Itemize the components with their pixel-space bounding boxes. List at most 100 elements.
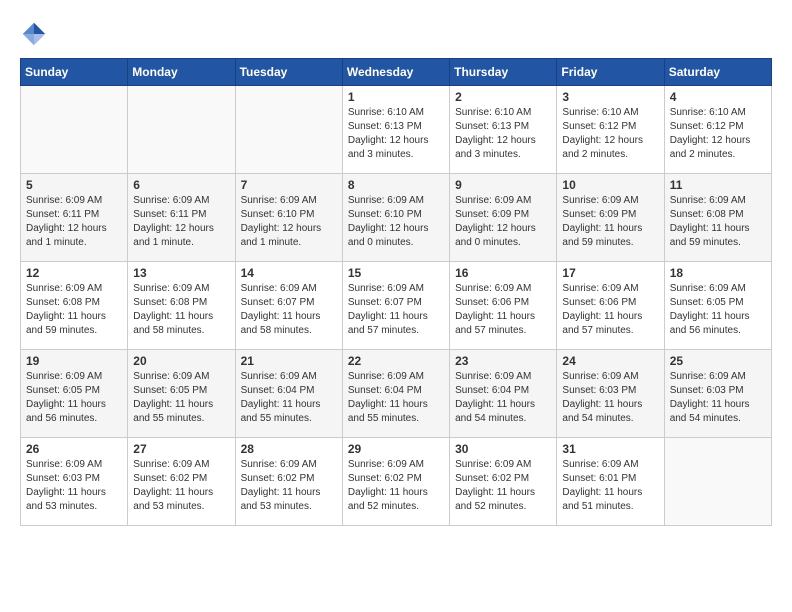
day-info: Sunrise: 6:09 AM Sunset: 6:07 PM Dayligh… [241, 282, 337, 338]
day-number: 21 [241, 354, 337, 368]
day-number: 29 [348, 442, 444, 456]
day-info: Sunrise: 6:09 AM Sunset: 6:05 PM Dayligh… [670, 282, 766, 338]
day-info: Sunrise: 6:09 AM Sunset: 6:09 PM Dayligh… [455, 194, 551, 250]
calendar-cell: 25 Sunrise: 6:09 AM Sunset: 6:03 PM Dayli… [664, 350, 771, 438]
day-number: 14 [241, 266, 337, 280]
calendar-week-2: 5 Sunrise: 6:09 AM Sunset: 6:11 PM Daylig… [21, 174, 772, 262]
day-info: Sunrise: 6:09 AM Sunset: 6:05 PM Dayligh… [26, 370, 122, 426]
day-info: Sunrise: 6:09 AM Sunset: 6:10 PM Dayligh… [241, 194, 337, 250]
calendar-cell: 10Sunrise: 6:09 AM Sunset: 6:09 PM Dayli… [557, 174, 664, 262]
day-number: 12 [26, 266, 122, 280]
day-info: Sunrise: 6:09 AM Sunset: 6:02 PM Dayligh… [348, 458, 444, 514]
calendar-cell: 23 Sunrise: 6:09 AM Sunset: 6:04 PM Dayli… [450, 350, 557, 438]
calendar-cell: 30 Sunrise: 6:09 AM Sunset: 6:02 PM Dayli… [450, 438, 557, 526]
day-info: Sunrise: 6:09 AM Sunset: 6:03 PM Dayligh… [670, 370, 766, 426]
day-number: 16 [455, 266, 551, 280]
day-number: 2 [455, 90, 551, 104]
day-number: 3 [562, 90, 658, 104]
day-info: Sunrise: 6:10 AM Sunset: 6:12 PM Dayligh… [670, 106, 766, 162]
day-number: 28 [241, 442, 337, 456]
calendar-cell: 22 Sunrise: 6:09 AM Sunset: 6:04 PM Dayli… [342, 350, 449, 438]
calendar-cell: 6 Sunrise: 6:09 AM Sunset: 6:11 PM Daylig… [128, 174, 235, 262]
day-info: Sunrise: 6:09 AM Sunset: 6:05 PM Dayligh… [133, 370, 229, 426]
day-info: Sunrise: 6:09 AM Sunset: 6:06 PM Dayligh… [455, 282, 551, 338]
day-info: Sunrise: 6:09 AM Sunset: 6:11 PM Dayligh… [133, 194, 229, 250]
calendar-cell: 1Sunrise: 6:10 AM Sunset: 6:13 PM Daylig… [342, 86, 449, 174]
calendar-cell: 31 Sunrise: 6:09 AM Sunset: 6:01 PM Dayli… [557, 438, 664, 526]
day-number: 6 [133, 178, 229, 192]
day-info: Sunrise: 6:09 AM Sunset: 6:08 PM Dayligh… [26, 282, 122, 338]
calendar-cell: 14 Sunrise: 6:09 AM Sunset: 6:07 PM Dayli… [235, 262, 342, 350]
day-info: Sunrise: 6:09 AM Sunset: 6:03 PM Dayligh… [26, 458, 122, 514]
day-info: Sunrise: 6:09 AM Sunset: 6:06 PM Dayligh… [562, 282, 658, 338]
day-info: Sunrise: 6:10 AM Sunset: 6:13 PM Dayligh… [455, 106, 551, 162]
calendar-cell: 2 Sunrise: 6:10 AM Sunset: 6:13 PM Daylig… [450, 86, 557, 174]
day-info: Sunrise: 6:09 AM Sunset: 6:04 PM Dayligh… [348, 370, 444, 426]
day-number: 15 [348, 266, 444, 280]
day-number: 19 [26, 354, 122, 368]
day-number: 27 [133, 442, 229, 456]
day-number: 22 [348, 354, 444, 368]
calendar-cell: 13Sunrise: 6:09 AM Sunset: 6:08 PM Dayli… [128, 262, 235, 350]
calendar-cell: 24Sunrise: 6:09 AM Sunset: 6:03 PM Dayli… [557, 350, 664, 438]
day-number: 26 [26, 442, 122, 456]
day-number: 18 [670, 266, 766, 280]
calendar-cell: 28 Sunrise: 6:09 AM Sunset: 6:02 PM Dayli… [235, 438, 342, 526]
calendar-cell: 29 Sunrise: 6:09 AM Sunset: 6:02 PM Dayli… [342, 438, 449, 526]
day-info: Sunrise: 6:09 AM Sunset: 6:04 PM Dayligh… [455, 370, 551, 426]
day-number: 20 [133, 354, 229, 368]
day-info: Sunrise: 6:09 AM Sunset: 6:10 PM Dayligh… [348, 194, 444, 250]
calendar-cell: 17Sunrise: 6:09 AM Sunset: 6:06 PM Dayli… [557, 262, 664, 350]
calendar-week-3: 12 Sunrise: 6:09 AM Sunset: 6:08 PM Dayli… [21, 262, 772, 350]
day-of-week-monday: Monday [128, 59, 235, 86]
calendar-cell: 20 Sunrise: 6:09 AM Sunset: 6:05 PM Dayli… [128, 350, 235, 438]
day-info: Sunrise: 6:09 AM Sunset: 6:01 PM Dayligh… [562, 458, 658, 514]
day-info: Sunrise: 6:09 AM Sunset: 6:07 PM Dayligh… [348, 282, 444, 338]
day-of-week-friday: Friday [557, 59, 664, 86]
calendar-body: 1 Sunrise: 6:10 AM Sunset: 6:13 PM Daylig… [21, 86, 772, 526]
calendar-cell: 19 Sunrise: 6:09 AM Sunset: 6:05 PM Dayli… [21, 350, 128, 438]
calendar-cell: 18 Sunrise: 6:09 AM Sunset: 6:05 PM Dayli… [664, 262, 771, 350]
calendar-table: SundayMondayTuesdayWednesdayThursdayFrid… [20, 58, 772, 526]
day-number: 9 [455, 178, 551, 192]
calendar-cell [128, 86, 235, 174]
calendar-cell: 27 Sunrise: 6:09 AM Sunset: 6:02 PM Dayli… [128, 438, 235, 526]
logo [20, 20, 52, 48]
calendar-week-1: 1 Sunrise: 6:10 AM Sunset: 6:13 PM Daylig… [21, 86, 772, 174]
day-number: 7 [241, 178, 337, 192]
calendar-cell: 4Sunrise: 6:10 AM Sunset: 6:12 PM Daylig… [664, 86, 771, 174]
day-of-week-sunday: Sunday [21, 59, 128, 86]
day-info: Sunrise: 6:09 AM Sunset: 6:08 PM Dayligh… [670, 194, 766, 250]
logo-icon [20, 20, 48, 48]
day-of-week-thursday: Thursday [450, 59, 557, 86]
calendar-cell: 9 Sunrise: 6:09 AM Sunset: 6:09 PM Daylig… [450, 174, 557, 262]
calendar-cell: 7 Sunrise: 6:09 AM Sunset: 6:10 PM Daylig… [235, 174, 342, 262]
calendar-cell: 8 Sunrise: 6:09 AM Sunset: 6:10 PM Daylig… [342, 174, 449, 262]
page-header [20, 20, 772, 48]
calendar-header: SundayMondayTuesdayWednesdayThursdayFrid… [21, 59, 772, 86]
calendar-cell: 21 Sunrise: 6:09 AM Sunset: 6:04 PM Dayli… [235, 350, 342, 438]
day-number: 1 [348, 90, 444, 104]
calendar-cell [235, 86, 342, 174]
calendar-cell [21, 86, 128, 174]
calendar-cell: 15 Sunrise: 6:09 AM Sunset: 6:07 PM Dayli… [342, 262, 449, 350]
day-number: 31 [562, 442, 658, 456]
day-info: Sunrise: 6:09 AM Sunset: 6:02 PM Dayligh… [455, 458, 551, 514]
day-info: Sunrise: 6:10 AM Sunset: 6:12 PM Dayligh… [562, 106, 658, 162]
day-number: 23 [455, 354, 551, 368]
day-info: Sunrise: 6:09 AM Sunset: 6:11 PM Dayligh… [26, 194, 122, 250]
day-info: Sunrise: 6:09 AM Sunset: 6:09 PM Dayligh… [562, 194, 658, 250]
day-number: 8 [348, 178, 444, 192]
day-info: Sunrise: 6:09 AM Sunset: 6:02 PM Dayligh… [133, 458, 229, 514]
day-info: Sunrise: 6:09 AM Sunset: 6:02 PM Dayligh… [241, 458, 337, 514]
day-number: 25 [670, 354, 766, 368]
calendar-week-4: 19 Sunrise: 6:09 AM Sunset: 6:05 PM Dayli… [21, 350, 772, 438]
day-info: Sunrise: 6:09 AM Sunset: 6:03 PM Dayligh… [562, 370, 658, 426]
calendar-cell [664, 438, 771, 526]
calendar-cell: 16 Sunrise: 6:09 AM Sunset: 6:06 PM Dayli… [450, 262, 557, 350]
day-number: 5 [26, 178, 122, 192]
calendar-cell: 11Sunrise: 6:09 AM Sunset: 6:08 PM Dayli… [664, 174, 771, 262]
day-number: 30 [455, 442, 551, 456]
day-info: Sunrise: 6:09 AM Sunset: 6:04 PM Dayligh… [241, 370, 337, 426]
calendar-week-5: 26 Sunrise: 6:09 AM Sunset: 6:03 PM Dayli… [21, 438, 772, 526]
